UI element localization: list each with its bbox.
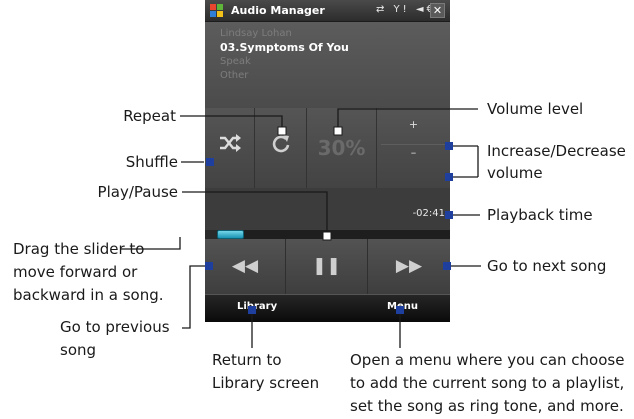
playback-time-marker (445, 211, 453, 219)
volume-level-marker (333, 126, 343, 136)
volume-level-leader (337, 108, 478, 130)
label-library-2: Library screen (212, 374, 320, 392)
volume-adjust-leader (453, 145, 479, 178)
menu-marker (396, 306, 404, 314)
decrease-marker (445, 173, 453, 181)
label-slider-3: backward in a song. (13, 286, 164, 304)
label-slider-2: move forward or (13, 263, 138, 281)
label-menu-3: set the song as ring tone, and more. (350, 397, 624, 415)
previous-marker (205, 262, 213, 270)
label-previous-1: Go to previous (60, 318, 170, 336)
next-marker (443, 262, 451, 270)
previous-leader (182, 265, 205, 329)
label-slider-1: Drag the slider to (13, 240, 145, 258)
label-increase-decrease-2: volume (487, 164, 543, 182)
label-playback-time: Playback time (487, 206, 593, 224)
label-library-1: Return to (212, 351, 282, 369)
label-shuffle: Shuffle (125, 153, 178, 171)
repeat-leader (180, 115, 283, 130)
label-repeat: Repeat (123, 107, 176, 125)
play-pause-marker (322, 231, 332, 241)
label-volume-level: Volume level (487, 100, 584, 118)
play-pause-leader (182, 191, 328, 236)
label-menu-1: Open a menu where you can choose (350, 351, 625, 369)
label-next-song: Go to next song (487, 257, 607, 275)
repeat-marker (277, 126, 287, 136)
library-marker (248, 306, 256, 314)
label-play-pause: Play/Pause (97, 183, 178, 201)
label-previous-2: song (60, 341, 97, 359)
increase-marker (445, 142, 453, 150)
label-increase-decrease-1: Increase/Decrease (487, 142, 626, 160)
shuffle-marker (206, 158, 214, 166)
label-menu-2: to add the current song to a playlist, (350, 374, 625, 392)
